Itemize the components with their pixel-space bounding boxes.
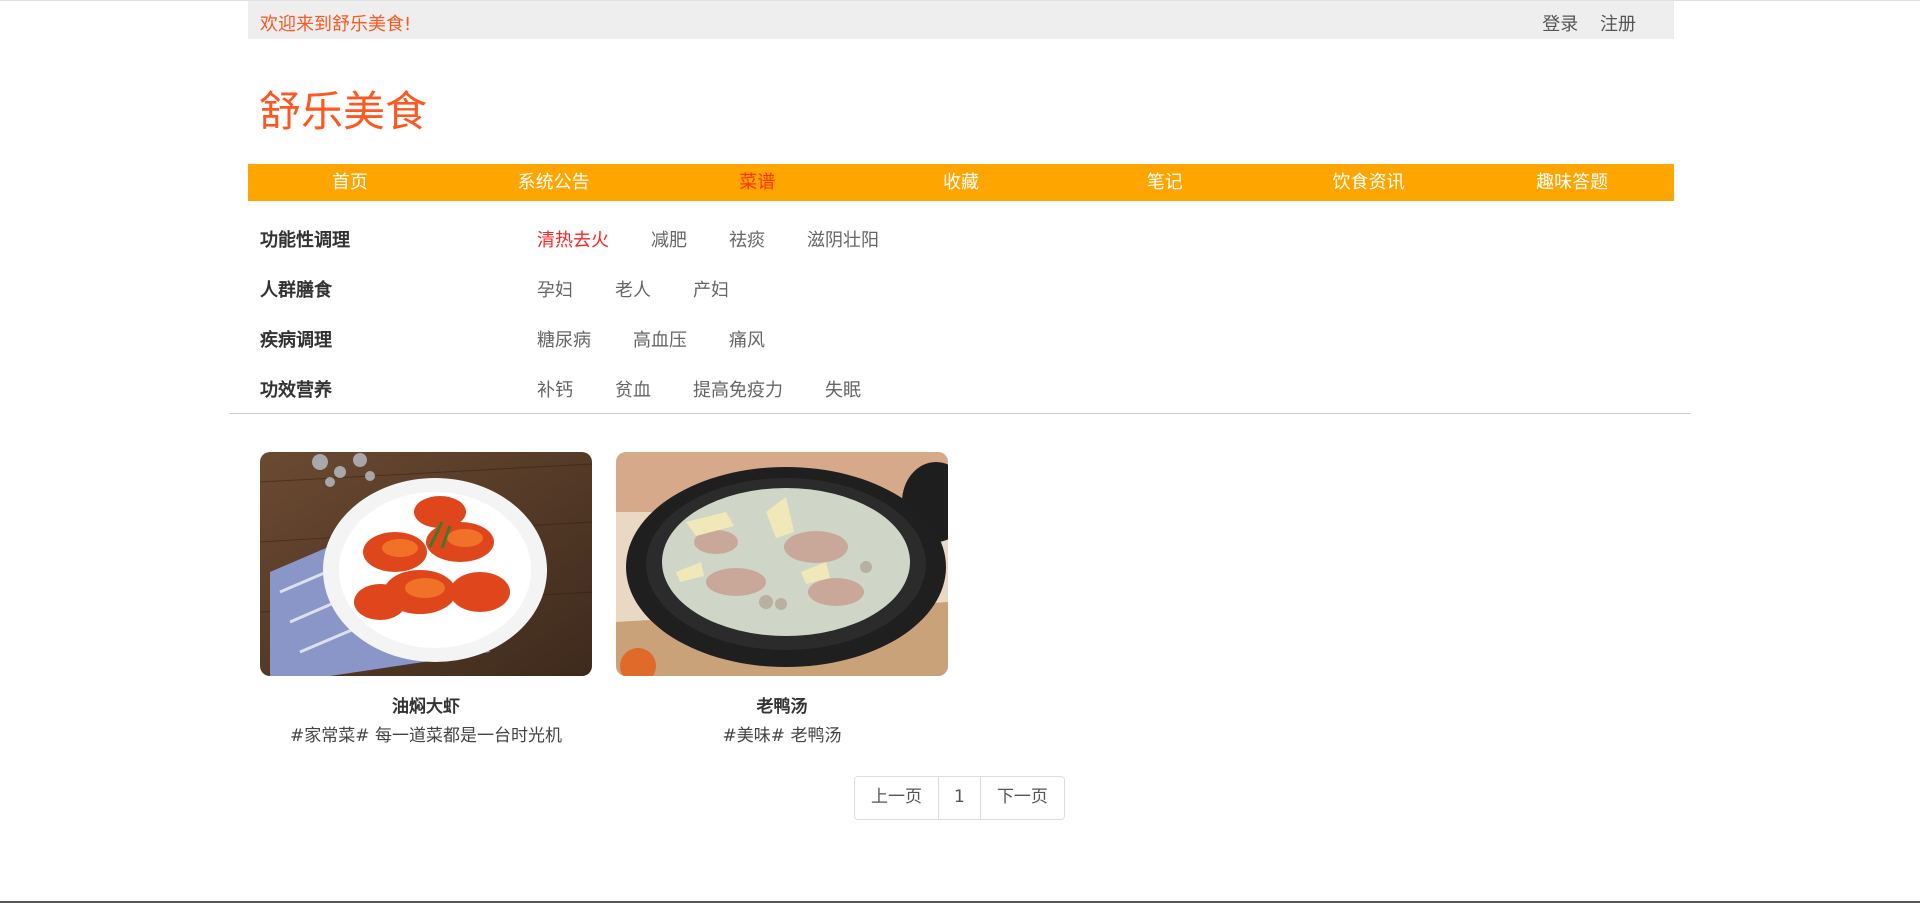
- nav-recipes[interactable]: 菜谱: [655, 164, 859, 201]
- filter-tag[interactable]: 滋阴壮阳: [807, 226, 879, 252]
- login-link[interactable]: 登录: [1542, 14, 1578, 35]
- pagination: 上一页 1 下一页: [854, 776, 1065, 820]
- duck-soup-image: [616, 452, 948, 676]
- filter-tag[interactable]: 产妇: [693, 276, 729, 302]
- top-bar: 欢迎来到舒乐美食! 登录 注册: [248, 1, 1674, 39]
- recipe-desc: #美味# 老鸭汤: [722, 726, 842, 746]
- filter-tag[interactable]: 痛风: [729, 326, 765, 352]
- nav-home[interactable]: 首页: [248, 164, 452, 201]
- filter-tag[interactable]: 清热去火: [537, 226, 609, 252]
- recipe-desc: #家常菜# 每一道菜都是一台时光机: [290, 726, 562, 746]
- braised-shrimp-photo[interactable]: [260, 452, 592, 676]
- nav-quiz[interactable]: 趣味答题: [1470, 164, 1674, 201]
- filter-tag[interactable]: 糖尿病: [537, 326, 591, 352]
- filter-category: 疾病调理: [260, 330, 332, 351]
- recipe-title[interactable]: 油焖大虾: [260, 692, 592, 717]
- filter-row: 人群膳食 孕妇 老人 产妇: [260, 274, 1660, 324]
- filter-tag[interactable]: 提高免疫力: [693, 376, 783, 402]
- filter-tag[interactable]: 补钙: [537, 376, 573, 402]
- filter-tag[interactable]: 失眠: [825, 376, 861, 402]
- welcome-text: 欢迎来到舒乐美食!: [260, 14, 412, 35]
- filter-tag[interactable]: 孕妇: [537, 276, 573, 302]
- filter-tag[interactable]: 贫血: [615, 376, 651, 402]
- filter-row: 功能性调理 清热去火 减肥 祛痰 滋阴壮阳: [260, 224, 1660, 274]
- braised-shrimp-image: [260, 452, 592, 676]
- filter-tags: 补钙 贫血 提高免疫力 失眠: [537, 376, 903, 402]
- filter-tags: 清热去火 减肥 祛痰 滋阴壮阳: [537, 226, 921, 252]
- nav-announcements[interactable]: 系统公告: [452, 164, 656, 201]
- nav-notes[interactable]: 笔记: [1063, 164, 1267, 201]
- auth-links: 登录 注册: [1526, 10, 1636, 36]
- filter-tags: 糖尿病 高血压 痛风: [537, 326, 807, 352]
- site-title[interactable]: 舒乐美食: [259, 78, 427, 139]
- recipe-card[interactable]: 老鸭汤 #美味# 老鸭汤: [616, 452, 948, 746]
- recipe-filters: 功能性调理 清热去火 减肥 祛痰 滋阴壮阳 人群膳食 孕妇 老人 产妇 疾病调理…: [260, 224, 1660, 424]
- page-number-button[interactable]: 1: [939, 777, 981, 819]
- recipe-title[interactable]: 老鸭汤: [616, 692, 948, 717]
- filter-row: 疾病调理 糖尿病 高血压 痛风: [260, 324, 1660, 374]
- filter-tag[interactable]: 高血压: [633, 326, 687, 352]
- filter-category: 功效营养: [260, 380, 332, 401]
- next-page-button[interactable]: 下一页: [980, 777, 1064, 819]
- filter-row: 功效营养 补钙 贫血 提高免疫力 失眠: [260, 374, 1660, 424]
- filter-category: 人群膳食: [260, 280, 332, 301]
- filter-tag[interactable]: 老人: [615, 276, 651, 302]
- register-link[interactable]: 注册: [1600, 14, 1636, 35]
- filter-category: 功能性调理: [260, 230, 350, 251]
- filter-tag[interactable]: 减肥: [651, 226, 687, 252]
- filter-tag[interactable]: 祛痰: [729, 226, 765, 252]
- section-divider: [229, 413, 1691, 414]
- duck-soup-photo[interactable]: [616, 452, 948, 676]
- nav-food-news[interactable]: 饮食资讯: [1267, 164, 1471, 201]
- nav-favorites[interactable]: 收藏: [859, 164, 1063, 201]
- filter-tags: 孕妇 老人 产妇: [537, 276, 771, 302]
- prev-page-button[interactable]: 上一页: [855, 777, 939, 819]
- recipe-card[interactable]: 油焖大虾 #家常菜# 每一道菜都是一台时光机: [260, 452, 592, 746]
- recipe-list: 油焖大虾 #家常菜# 每一道菜都是一台时光机 老鸭汤 #美味# 老鸭汤: [260, 452, 972, 746]
- main-nav: 首页 系统公告 菜谱 收藏 笔记 饮食资讯 趣味答题: [248, 164, 1674, 201]
